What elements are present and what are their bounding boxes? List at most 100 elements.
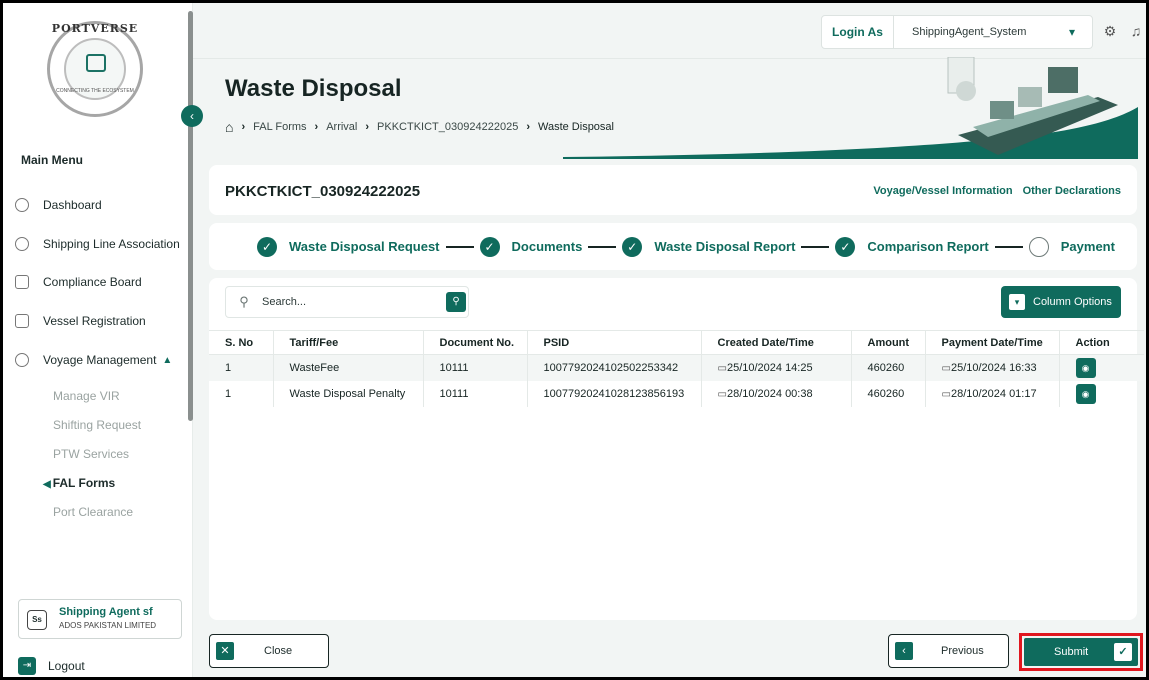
login-as-value: ShippingAgent_System — [912, 26, 1027, 38]
column-header[interactable]: Amount — [850, 330, 925, 355]
column-header[interactable]: Created Date/Time — [700, 330, 851, 355]
main-menu-heading: Main Menu — [21, 153, 83, 167]
vessel-icon — [15, 314, 29, 328]
logout-button[interactable]: ⇥ Logout — [18, 657, 85, 675]
sidebar-subitem-shifting-request[interactable]: Shifting Request — [53, 418, 141, 432]
cell-created: ▭28/10/2024 00:38 — [700, 380, 851, 407]
step-waste-disposal-request[interactable]: Waste Disposal Request — [289, 239, 440, 254]
other-declarations-link[interactable]: Other Declarations — [1023, 185, 1121, 197]
sidebar-subitem-label: FAL Forms — [52, 476, 116, 490]
cell-sno: 1 — [225, 387, 232, 400]
created-date: 25/10/2024 14:25 — [726, 361, 813, 374]
check-circle-icon: ✓ — [479, 236, 500, 257]
step-documents[interactable]: Documents — [512, 239, 583, 254]
cell-document-no: 10111 — [422, 354, 527, 381]
sidebar-item-shipping-line-association[interactable]: Shipping Line Association — [15, 230, 190, 258]
sidebar-item-label: Shipping Line Association — [43, 237, 180, 251]
cell-payment: ▭25/10/2024 16:33 — [924, 354, 1059, 381]
previous-button[interactable]: ‹ Previous — [888, 634, 1009, 668]
active-indicator-icon: ◀ — [43, 479, 51, 490]
cell-action: ◉ — [1058, 354, 1144, 381]
user-profile[interactable]: Ss Shipping Agent sf ADOS PAKISTAN LIMIT… — [18, 599, 182, 639]
home-icon[interactable]: ⌂ — [225, 119, 233, 135]
sidebar-subitem-fal-forms[interactable]: ◀ FAL Forms — [43, 476, 115, 490]
breadcrumb: ⌂ › FAL Forms › Arrival › PKKCTKICT_0309… — [225, 119, 614, 135]
cell-sno: 1 — [209, 354, 273, 381]
check-circle-icon: ✓ — [257, 236, 277, 257]
step-waste-disposal-report[interactable]: Waste Disposal Report — [654, 239, 795, 254]
sidebar-item-dashboard[interactable]: Dashboard — [15, 191, 190, 219]
cell-psid: 1007792024102502253342 — [526, 354, 701, 381]
sidebar-subitem-manage-vir[interactable]: Manage VIR — [53, 389, 120, 403]
voyage-vessel-information-link[interactable]: Voyage/Vessel Information — [873, 185, 1012, 197]
sidebar-item-label: Dashboard — [43, 198, 102, 212]
breadcrumb-separator: › — [526, 121, 530, 133]
cell-tariff: WasteFee — [272, 354, 423, 381]
submit-button[interactable]: Submit ✓ — [1024, 638, 1138, 666]
ship-icon — [86, 54, 106, 72]
step-connector — [801, 245, 830, 248]
calendar-icon: ▭ — [941, 388, 951, 400]
voyage-links: Voyage/Vessel Information Other Declarat… — [873, 185, 1121, 197]
compliance-icon — [15, 275, 29, 289]
login-as-selector[interactable]: Login As ShippingAgent_System ▾ — [821, 15, 1093, 49]
search-button[interactable]: ⚲ — [446, 292, 466, 312]
search-box[interactable]: ⚲ Search... — [225, 286, 469, 318]
cell-tariff: Waste Disposal Penalty — [272, 380, 423, 407]
view-eye-icon[interactable]: ◉ — [1075, 357, 1096, 378]
top-bar: Login As ShippingAgent_System ▾ ⚙ ♫ — [193, 3, 1146, 59]
breadcrumb-item[interactable]: Arrival — [326, 121, 357, 133]
close-button[interactable]: ✕ Close — [209, 634, 329, 668]
column-header[interactable]: PSID — [526, 330, 701, 355]
chevron-left-icon: ‹ — [895, 642, 913, 660]
fees-table-card: ⚲ Search... ⚲ ▾ Column Options S. No Tar… — [209, 278, 1144, 620]
column-header[interactable]: Tariff/Fee — [272, 330, 423, 355]
breadcrumb-item[interactable]: FAL Forms — [253, 121, 306, 133]
sidebar-item-vessel-registration[interactable]: Vessel Registration — [15, 307, 190, 335]
check-circle-icon: ✓ — [835, 236, 856, 257]
column-header[interactable]: Payment Date/Time — [924, 330, 1059, 355]
portverse-logo: PORTVERSE CONNECTING THE ECOSYSTEM — [47, 21, 143, 117]
search-input[interactable]: Search... — [262, 296, 468, 308]
view-eye-icon[interactable]: ◉ — [1075, 383, 1096, 404]
logo-brand-text: PORTVERSE — [51, 22, 139, 35]
column-options-label: Column Options — [1033, 296, 1112, 308]
step-payment[interactable]: Payment — [1061, 239, 1115, 254]
sidebar: PORTVERSE CONNECTING THE ECOSYSTEM ‹ Mai… — [3, 3, 203, 677]
settings-icon[interactable]: ⚙ — [1099, 20, 1121, 42]
cell-created: ▭25/10/2024 14:25 — [700, 354, 851, 381]
sidebar-subitem-port-clearance[interactable]: Port Clearance — [53, 505, 133, 519]
column-header: Action — [1058, 330, 1144, 355]
table-row[interactable]: 1 Waste Disposal Penalty 10111 100779202… — [209, 380, 1144, 407]
sidebar-item-compliance-board[interactable]: Compliance Board — [15, 268, 190, 296]
column-header[interactable]: S. No — [209, 330, 273, 355]
breadcrumb-item[interactable]: PKKCTKICT_030924222025 — [377, 121, 518, 133]
progress-stepper: ✓ Waste Disposal Request ✓ Documents ✓ W… — [209, 223, 1137, 270]
column-options-button[interactable]: ▾ Column Options — [1001, 286, 1121, 318]
user-company: ADOS PAKISTAN LIMITED — [59, 621, 157, 630]
sidebar-item-label: Compliance Board — [43, 275, 142, 289]
dashboard-icon — [15, 198, 29, 212]
step-connector — [994, 245, 1023, 248]
bell-icon[interactable]: ♫ — [1125, 20, 1147, 42]
sidebar-subitem-ptw-services[interactable]: PTW Services — [53, 447, 129, 461]
calendar-icon: ▭ — [717, 362, 727, 374]
logout-label: Logout — [48, 659, 85, 673]
empty-circle-icon — [1028, 236, 1049, 257]
sidebar-collapse-button[interactable]: ‹ — [181, 105, 203, 127]
step-comparison-report[interactable]: Comparison Report — [867, 239, 988, 254]
search-icon: ⚲ — [239, 294, 249, 309]
sidebar-item-label: Vessel Registration — [43, 314, 146, 328]
voyage-card: PKKCTKICT_030924222025 Voyage/Vessel Inf… — [209, 165, 1137, 215]
breadcrumb-separator: › — [314, 121, 319, 133]
check-icon: ✓ — [1114, 643, 1132, 661]
sidebar-item-voyage-management[interactable]: Voyage Management ▲ — [15, 346, 190, 374]
column-header[interactable]: Document No. — [422, 330, 527, 355]
chevron-down-icon: ▾ — [1009, 294, 1025, 310]
step-connector — [588, 245, 617, 248]
logo-tagline: CONNECTING THE ECOSYSTEM — [56, 88, 134, 94]
table-row[interactable]: 1 WasteFee 10111 1007792024102502253342 … — [209, 354, 1144, 381]
breadcrumb-separator: › — [365, 121, 370, 133]
voyage-icon — [15, 353, 29, 367]
table-header-row: S. No Tariff/Fee Document No. PSID Creat… — [209, 330, 1144, 355]
